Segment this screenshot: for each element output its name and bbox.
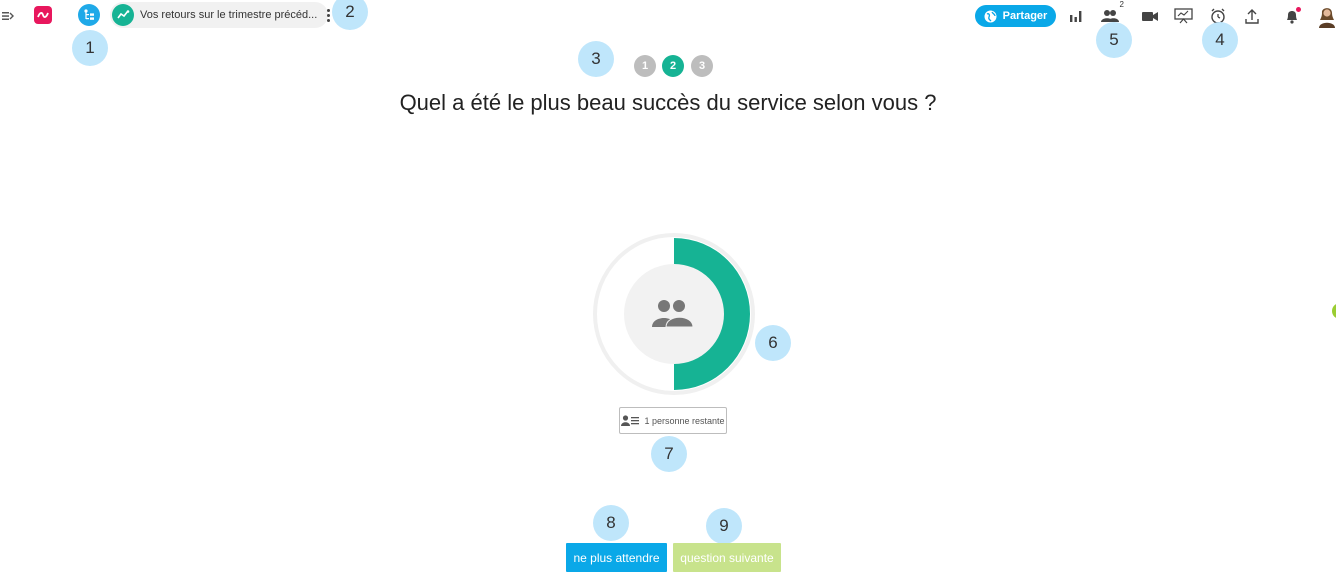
next-question-button[interactable]: question suivante <box>673 543 781 572</box>
menu-icon[interactable] <box>0 8 16 24</box>
more-icon[interactable] <box>327 8 331 22</box>
question-title: Quel a été le plus beau succès du servic… <box>399 90 937 115</box>
callout-5: 5 <box>1096 22 1132 58</box>
callout-1: 1 <box>72 30 108 66</box>
share-label: Partager <box>1002 10 1048 22</box>
activity-chart-icon <box>112 4 134 26</box>
callout-6: 6 <box>755 325 791 361</box>
user-list-icon <box>621 415 640 426</box>
user-avatar[interactable] <box>1317 4 1336 28</box>
app-logo-icon[interactable] <box>34 6 52 24</box>
callout-7: 7 <box>651 436 687 472</box>
activity-title: Vos retours sur le trimestre précéd... <box>140 9 318 21</box>
video-icon[interactable] <box>1140 6 1160 26</box>
share-button[interactable]: Partager <box>975 5 1056 27</box>
callout-3: 3 <box>578 41 614 77</box>
bar-chart-icon[interactable] <box>1066 6 1086 26</box>
upload-icon[interactable] <box>1242 6 1262 26</box>
participants-count: 2 <box>1119 0 1124 9</box>
step-1[interactable]: 1 <box>634 55 656 77</box>
bell-icon[interactable] <box>1282 6 1302 26</box>
step-3[interactable]: 3 <box>691 55 713 77</box>
step-2[interactable]: 2 <box>662 55 684 77</box>
stop-waiting-button[interactable]: ne plus attendre <box>566 543 667 572</box>
callout-4: 4 <box>1202 22 1238 58</box>
tree-icon[interactable] <box>78 4 100 26</box>
globe-icon <box>984 10 997 22</box>
callout-9: 9 <box>706 508 742 544</box>
answers-progress-ring <box>592 232 756 396</box>
remaining-participants-chip: 1 personne restante <box>619 407 727 434</box>
callout-2: 2 <box>332 0 368 30</box>
activity-selector[interactable]: Vos retours sur le trimestre précéd... <box>110 2 331 28</box>
remaining-label: 1 personne restante <box>644 415 725 426</box>
side-indicator[interactable] <box>1332 303 1336 319</box>
callout-8: 8 <box>593 505 629 541</box>
notification-dot <box>1296 7 1301 12</box>
presentation-icon[interactable] <box>1173 6 1193 26</box>
